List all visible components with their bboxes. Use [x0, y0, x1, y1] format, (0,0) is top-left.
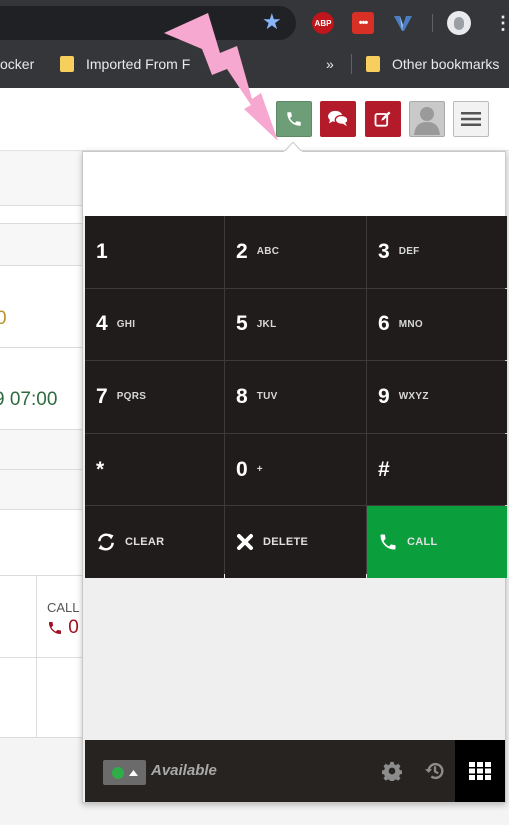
key-3[interactable]: 3 DEF	[367, 216, 507, 288]
delete-button[interactable]: DELETE	[225, 506, 366, 578]
menu-button[interactable]	[453, 101, 489, 137]
clear-button[interactable]: CLEAR	[85, 506, 224, 578]
phone-icon	[378, 532, 398, 552]
key-5[interactable]: 5 JKL	[225, 288, 366, 361]
chat-button[interactable]	[320, 101, 356, 137]
key-star[interactable]: *	[85, 433, 224, 506]
dialer-footer: Available	[85, 740, 505, 802]
bookmark-blocker[interactable]: ocker	[0, 46, 34, 82]
dialer-panel: 1 2 ABC 3 DEF 4 GHI 5 JKL 6 MNO 7 PQRS 8 TUV 9W…	[82, 151, 507, 803]
key-hash[interactable]: #	[367, 433, 507, 506]
status-toggle[interactable]	[103, 760, 146, 785]
bg-row	[0, 224, 84, 266]
phone-icon	[49, 622, 61, 634]
chrome-menu-icon[interactable]: ⋮	[494, 10, 509, 36]
close-icon	[236, 533, 254, 551]
bookmark-other-folder[interactable]: Other bookmarks	[366, 46, 499, 82]
dots-extension-icon[interactable]: •••	[352, 12, 374, 34]
compose-button[interactable]	[365, 101, 401, 137]
call-button[interactable]: CALL	[367, 506, 507, 578]
bookmarks-separator	[351, 54, 352, 74]
v-extension-icon[interactable]	[392, 12, 414, 34]
key-1[interactable]: 1	[85, 216, 224, 288]
folder-icon	[366, 56, 380, 72]
bg-row	[0, 470, 84, 510]
caret-up-icon	[128, 769, 138, 776]
history-icon[interactable]	[422, 758, 448, 784]
key-9[interactable]: 9 WXYZ	[367, 361, 507, 433]
adblock-extension-icon[interactable]: ABP	[312, 12, 334, 34]
bg-divider	[36, 576, 37, 738]
key-8[interactable]: 8 TUV	[225, 361, 366, 433]
user-avatar-button[interactable]	[409, 101, 445, 137]
toolbar-separator	[432, 14, 433, 32]
profile-avatar[interactable]	[447, 11, 471, 35]
bg-call-value: 0	[47, 617, 79, 639]
hamburger-icon	[461, 112, 481, 126]
keypad: 1 2 ABC 3 DEF 4 GHI 5 JKL 6 MNO 7 PQRS 8 TUV 9W…	[85, 216, 507, 578]
key-6[interactable]: 6 MNO	[367, 288, 507, 361]
bg-row	[0, 510, 84, 576]
status-dot	[111, 766, 124, 779]
bg-row	[0, 266, 84, 348]
bg-row	[0, 206, 84, 224]
key-0[interactable]: 0 +	[225, 433, 366, 506]
folder-icon	[60, 56, 74, 72]
status-label: Available	[151, 762, 217, 779]
gear-icon[interactable]	[379, 758, 405, 784]
bookmarks-overflow-chevron[interactable]: »	[326, 46, 334, 82]
bg-call-label: CALL	[47, 600, 80, 615]
dialpad-grid-icon[interactable]	[455, 740, 505, 802]
key-4[interactable]: 4 GHI	[85, 288, 224, 361]
bg-row	[0, 430, 84, 470]
avatar-icon	[414, 107, 440, 135]
refresh-icon	[96, 532, 116, 552]
key-7[interactable]: 7 PQRS	[85, 361, 224, 433]
bg-value: 0	[0, 308, 7, 329]
edit-icon	[374, 111, 391, 127]
dial-number-display[interactable]	[83, 152, 505, 216]
bg-row	[0, 152, 84, 206]
annotation-arrow	[164, 13, 278, 141]
chat-icon	[328, 110, 349, 127]
bg-time: 9 07:00	[0, 389, 58, 410]
bg-row	[0, 658, 84, 738]
key-2[interactable]: 2 ABC	[225, 216, 366, 288]
